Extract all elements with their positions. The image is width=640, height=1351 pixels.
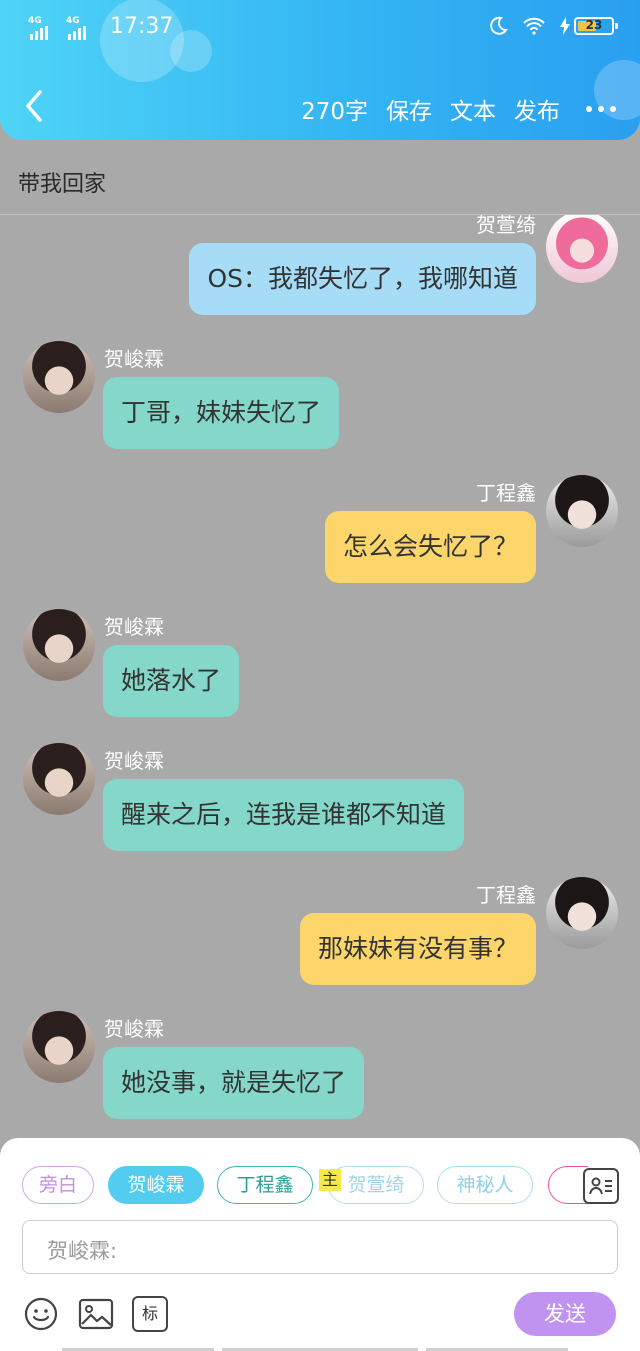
speaker-name: 贺峻霖 (104, 615, 164, 639)
compose-panel: 旁白 贺峻霖 丁程鑫 贺萱绮 主 神秘人 贺峻霖: 标 发送 (0, 1138, 640, 1351)
app-header: 4G 4G 17:37 23 270字 保存 文本 发布 (0, 0, 640, 140)
image-icon[interactable] (78, 1296, 114, 1332)
role-chip[interactable]: 丁程鑫 (217, 1166, 313, 1204)
speaker-name: 丁程鑫 (476, 883, 536, 907)
speaker-name: 贺峻霖 (104, 749, 164, 773)
signal-icon: 4G (66, 16, 94, 40)
message-input[interactable]: 贺峻霖: (22, 1220, 618, 1274)
status-bar-right: 23 (488, 16, 618, 36)
send-button[interactable]: 发送 (514, 1292, 616, 1336)
main-role-badge: 主 (319, 1169, 341, 1191)
header-toolbar: 270字 保存 文本 发布 (283, 92, 616, 126)
avatar[interactable] (23, 341, 95, 413)
role-chip-narrator[interactable]: 旁白 (22, 1166, 94, 1204)
speaker-name: 贺峻霖 (104, 347, 164, 371)
text-button[interactable]: 文本 (450, 92, 496, 126)
role-chip-selected[interactable]: 贺峻霖 (108, 1166, 204, 1204)
avatar[interactable] (546, 877, 618, 949)
role-list-icon[interactable] (583, 1168, 619, 1204)
status-bar-left: 4G 4G 17:37 (28, 14, 173, 40)
more-icon[interactable] (586, 106, 616, 112)
message-bubble[interactable]: 醒来之后，连我是谁都不知道 (103, 779, 465, 851)
decor-bubble (170, 30, 212, 72)
role-chip[interactable]: 贺萱绮 (328, 1166, 424, 1204)
network-type: 4G (28, 16, 42, 26)
save-button[interactable]: 保存 (386, 92, 432, 126)
story-title-bar: 带我回家 (0, 140, 640, 215)
story-title[interactable]: 带我回家 (18, 166, 106, 198)
speaker-name: 丁程鑫 (476, 481, 536, 505)
speaker-name: 贺峻霖 (104, 1017, 164, 1041)
role-chip[interactable]: 神秘人 (437, 1166, 533, 1204)
charging-icon (560, 17, 570, 35)
chat-area[interactable]: 贺萱绮 OS：我都失忆了，我哪知道 贺峻霖 丁哥，妹妹失忆了 丁程鑫 怎么会失忆… (0, 215, 640, 1140)
avatar[interactable] (546, 475, 618, 547)
network-type: 4G (66, 16, 80, 26)
speaker-name: 贺萱绮 (476, 215, 536, 237)
word-count: 270字 (301, 99, 368, 125)
emoji-icon[interactable] (23, 1296, 59, 1332)
message-bubble[interactable]: 那妹妹有没有事？ (299, 913, 536, 985)
avatar[interactable] (23, 743, 95, 815)
publish-button[interactable]: 发布 (514, 92, 560, 126)
avatar[interactable] (23, 1011, 95, 1083)
battery-icon: 23 (574, 17, 618, 35)
back-icon[interactable] (20, 88, 50, 124)
message-bubble[interactable]: 丁哥，妹妹失忆了 (103, 377, 340, 449)
wifi-icon (523, 17, 545, 35)
moon-icon (490, 16, 508, 35)
status-time: 17:37 (110, 14, 174, 39)
message-bubble[interactable]: 她没事，就是失忆了 (103, 1047, 365, 1119)
input-placeholder: 贺峻霖: (47, 1239, 118, 1263)
message-bubble[interactable]: OS：我都失忆了，我哪知道 (189, 243, 536, 315)
avatar[interactable] (23, 609, 95, 681)
avatar[interactable] (546, 215, 618, 283)
message-bubble[interactable]: 怎么会失忆了？ (324, 511, 536, 583)
message-bubble[interactable]: 她落水了 (103, 645, 240, 717)
role-chip-partial[interactable] (548, 1166, 588, 1204)
battery-level: 23 (585, 18, 603, 32)
signal-icon: 4G (28, 16, 56, 40)
tag-icon[interactable]: 标 (132, 1296, 168, 1332)
